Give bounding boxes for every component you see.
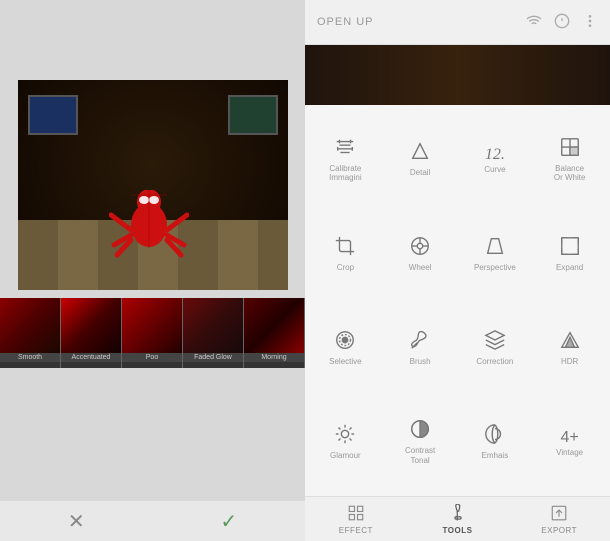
emhais-icon [484, 423, 506, 449]
glamour-icon [334, 423, 356, 449]
tool-curve[interactable]: 12. Curve [459, 113, 532, 205]
contrasttonal-label: ContrastTonal [405, 446, 435, 465]
brush-icon [409, 329, 431, 355]
contrasttonal-icon [409, 418, 431, 444]
wheel-icon [409, 235, 431, 261]
tool-selective[interactable]: Selective [309, 302, 382, 394]
expand-label: Expand [556, 263, 583, 273]
spiderman-figure [109, 190, 189, 260]
tool-emhais[interactable]: Emhais [459, 396, 532, 488]
cancel-button[interactable]: ✕ [56, 501, 96, 541]
tools-icon [449, 504, 467, 525]
balance-label: BalanceOr White [554, 164, 586, 183]
thumbnail-smooth[interactable]: Smooth [0, 298, 61, 368]
selective-icon [334, 329, 356, 355]
curve-icon: 12. [485, 143, 505, 163]
right-panel: OPEN UP [305, 0, 610, 541]
wall-picture-left [28, 95, 78, 135]
tool-expand[interactable]: Expand [533, 207, 606, 299]
correction-icon [484, 329, 506, 355]
left-panel: Smooth Accentuated Poo Faded Glow Mornin… [0, 0, 305, 541]
brush-label: Brush [410, 357, 431, 367]
thumbnail-morning[interactable]: Morning [244, 298, 305, 368]
tool-crop[interactable]: Crop [309, 207, 382, 299]
tool-calibrate[interactable]: CalibrateImmagini [309, 113, 382, 205]
thumbnail-strip: Smooth Accentuated Poo Faded Glow Mornin… [0, 298, 305, 368]
wifi-icon [526, 13, 542, 32]
tool-correction[interactable]: Correction [459, 302, 532, 394]
calibrate-icon [334, 136, 356, 162]
tool-balance[interactable]: BalanceOr White [533, 113, 606, 205]
thumb-label-smooth: Smooth [0, 353, 60, 362]
calibrate-label: CalibrateImmagini [329, 164, 361, 183]
wheel-label: Wheel [409, 263, 432, 273]
preview-strip [305, 45, 610, 105]
vintage-label: Vintage [556, 448, 583, 458]
balance-icon [559, 136, 581, 162]
nav-effect[interactable]: EFFECT [305, 504, 407, 535]
curve-label: Curve [484, 165, 505, 175]
tools-label: TOOLS [443, 526, 473, 535]
tool-brush[interactable]: Brush [384, 302, 457, 394]
perspective-label: Perspective [474, 263, 516, 273]
confirm-button[interactable]: ✓ [209, 501, 249, 541]
tools-grid: CalibrateImmagini Detail 12. Curve [305, 105, 610, 496]
detail-label: Detail [410, 168, 430, 178]
nav-export[interactable]: EXPORT [508, 504, 610, 535]
hdr-label: HDR [561, 357, 578, 367]
export-icon [550, 504, 568, 525]
preview-image [305, 45, 610, 105]
perspective-icon [484, 235, 506, 261]
thumbnail-faded-glow[interactable]: Faded Glow [183, 298, 244, 368]
header-title: OPEN UP [317, 16, 374, 28]
thumbnail-poo[interactable]: Poo [122, 298, 183, 368]
thumb-label-morning: Morning [244, 353, 304, 362]
thumbnail-accentuated[interactable]: Accentuated [61, 298, 122, 368]
thumb-label-poo: Poo [122, 353, 182, 362]
main-image [18, 80, 288, 290]
glamour-label: Glamour [330, 451, 361, 461]
wall-picture-right [228, 95, 278, 135]
tool-vintage[interactable]: 4+ Vintage [533, 396, 606, 488]
bottom-nav: EFFECT TOOLS EXPORT [305, 496, 610, 541]
thumb-label-faded: Faded Glow [183, 353, 243, 362]
export-label: EXPORT [541, 526, 577, 535]
selective-label: Selective [329, 357, 361, 367]
tool-perspective[interactable]: Perspective [459, 207, 532, 299]
tool-contrasttonal[interactable]: ContrastTonal [384, 396, 457, 488]
tool-glamour[interactable]: Glamour [309, 396, 382, 488]
info-icon [554, 13, 570, 32]
menu-icon[interactable] [582, 13, 598, 32]
tool-hdr[interactable]: HDR [533, 302, 606, 394]
nav-tools[interactable]: TOOLS [407, 504, 509, 535]
right-header: OPEN UP [305, 0, 610, 45]
tool-detail[interactable]: Detail [384, 113, 457, 205]
thumb-label-accentuated: Accentuated [61, 353, 121, 362]
emhais-label: Emhais [482, 451, 509, 461]
crop-icon [334, 235, 356, 261]
effect-icon [347, 504, 365, 525]
crop-label: Crop [337, 263, 354, 273]
expand-icon [559, 235, 581, 261]
effect-label: EFFECT [339, 526, 373, 535]
tool-wheel[interactable]: Wheel [384, 207, 457, 299]
detail-icon [409, 140, 431, 166]
bottom-bar: ✕ ✓ [0, 501, 305, 541]
vintage-icon: 4+ [561, 426, 579, 446]
hdr-icon [559, 329, 581, 355]
correction-label: Correction [476, 357, 513, 367]
header-icons [526, 13, 598, 32]
